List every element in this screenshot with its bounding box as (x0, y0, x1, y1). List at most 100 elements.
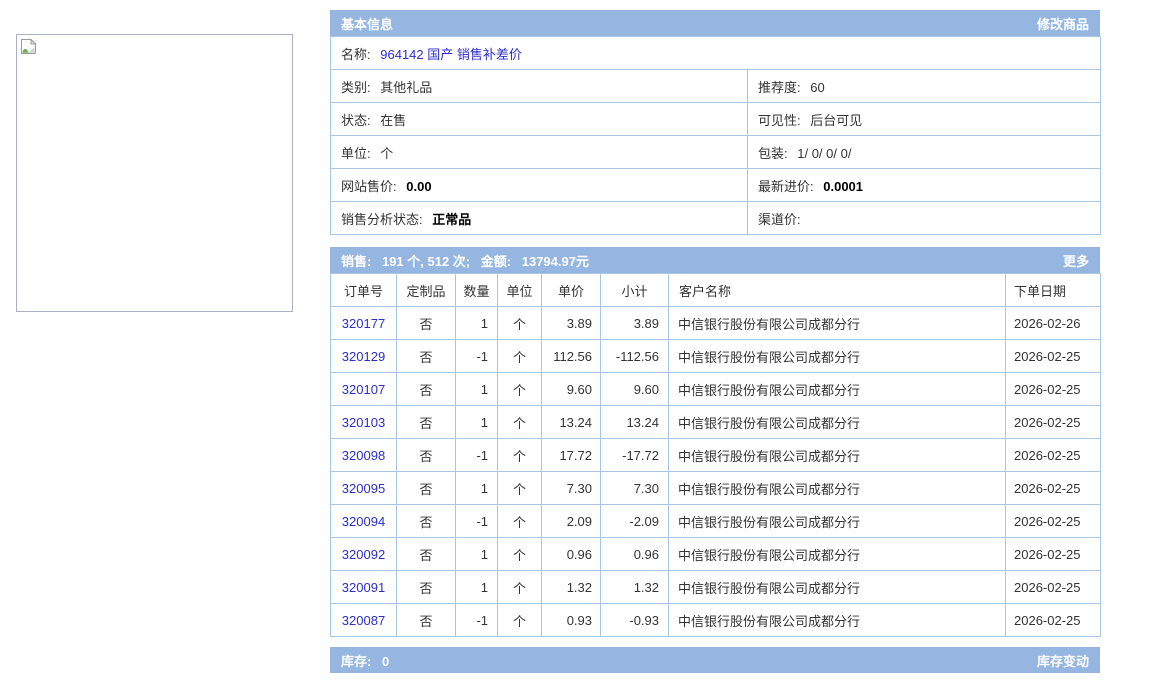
col-header-subtotal: 小计 (601, 274, 669, 307)
sales-cell: 3.89 (542, 307, 601, 340)
field-value: 1/ 0/ 0/ 0/ (797, 146, 851, 161)
order-number-cell: 320087 (331, 604, 397, 637)
sales-cell: 否 (397, 505, 456, 538)
col-header-order-date: 下单日期 (1006, 274, 1101, 307)
col-header-customer-name: 客户名称 (669, 274, 1006, 307)
field-label: 最新进价: (758, 179, 814, 194)
field-unit: 单位: 个 (331, 136, 748, 169)
sales-cell: 2.09 (542, 505, 601, 538)
sales-cell: 否 (397, 406, 456, 439)
field-visibility: 可见性: 后台可见 (748, 103, 1101, 136)
order-number-link[interactable]: 320098 (342, 448, 385, 463)
table-row: 名称: 964142 国产 销售补差价 (331, 37, 1101, 70)
field-label: 包装: (758, 146, 788, 161)
order-number-link[interactable]: 320087 (342, 613, 385, 628)
sales-cell: 否 (397, 538, 456, 571)
field-recommendation: 推荐度: 60 (748, 70, 1101, 103)
order-number-link[interactable]: 320092 (342, 547, 385, 562)
order-number-link[interactable]: 320129 (342, 349, 385, 364)
sales-cell: 1 (456, 472, 498, 505)
sales-cell: -17.72 (601, 439, 669, 472)
sales-cell: 2026-02-25 (1006, 472, 1101, 505)
col-header-custom: 定制品 (397, 274, 456, 307)
col-header-order-no: 订单号 (331, 274, 397, 307)
field-label: 推荐度: (758, 80, 801, 95)
sales-cell: -1 (456, 505, 498, 538)
sales-cell: 2026-02-25 (1006, 505, 1101, 538)
col-header-quantity: 数量 (456, 274, 498, 307)
sales-row: 320129否-1个112.56-112.56中信银行股份有限公司成都分行202… (331, 340, 1101, 373)
order-number-link[interactable]: 320095 (342, 481, 385, 496)
sales-row: 320095否1个7.307.30中信银行股份有限公司成都分行2026-02-2… (331, 472, 1101, 505)
field-name-label: 名称: (341, 47, 371, 62)
order-number-cell: 320177 (331, 307, 397, 340)
field-channel-price: 渠道价: (748, 202, 1101, 235)
sales-cell: 2026-02-25 (1006, 406, 1101, 439)
sales-cell: 个 (498, 571, 542, 604)
order-number-link[interactable]: 320091 (342, 580, 385, 595)
order-number-cell: 320094 (331, 505, 397, 538)
more-link[interactable]: 更多 (1063, 251, 1089, 270)
sales-table: 订单号 定制品 数量 单位 单价 小计 客户名称 下单日期 320177否1个3… (330, 273, 1101, 637)
inventory-changes-link[interactable]: 库存变动 (1037, 651, 1089, 670)
panel-title: 基本信息 (341, 17, 393, 32)
order-number-link[interactable]: 320107 (342, 382, 385, 397)
sales-row: 320098否-1个17.72-17.72中信银行股份有限公司成都分行2026-… (331, 439, 1101, 472)
sales-row: 320092否1个0.960.96中信银行股份有限公司成都分行2026-02-2… (331, 538, 1101, 571)
order-number-link[interactable]: 320103 (342, 415, 385, 430)
sales-cell: 112.56 (542, 340, 601, 373)
sales-cell: 否 (397, 472, 456, 505)
sales-cell: 7.30 (601, 472, 669, 505)
sales-amount-label: 金额: (481, 254, 511, 269)
order-number-link[interactable]: 320177 (342, 316, 385, 331)
sales-cell: 中信银行股份有限公司成都分行 (669, 439, 1006, 472)
sales-cell: 否 (397, 340, 456, 373)
table-row: 单位: 个 包装: 1/ 0/ 0/ 0/ (331, 136, 1101, 169)
field-label: 可见性: (758, 113, 801, 128)
sales-cell: 中信银行股份有限公司成都分行 (669, 604, 1006, 637)
field-value: 个 (380, 146, 393, 161)
order-number-link[interactable]: 320094 (342, 514, 385, 529)
sales-cell: -1 (456, 340, 498, 373)
field-category: 类别: 其他礼品 (331, 70, 748, 103)
field-value: 后台可见 (810, 113, 862, 128)
sales-row: 320087否-1个0.93-0.93中信银行股份有限公司成都分行2026-02… (331, 604, 1101, 637)
order-number-cell: 320091 (331, 571, 397, 604)
sales-cell: 中信银行股份有限公司成都分行 (669, 406, 1006, 439)
basic-info-header-bar: 基本信息 修改商品 (330, 10, 1100, 36)
sales-cell: 2026-02-26 (1006, 307, 1101, 340)
field-sales-analysis-status: 销售分析状态: 正常品 (331, 202, 748, 235)
sales-cell: 个 (498, 472, 542, 505)
order-number-cell: 320129 (331, 340, 397, 373)
sales-cell: -112.56 (601, 340, 669, 373)
sales-cell: 1.32 (542, 571, 601, 604)
sales-summary: 销售: 191 个, 512 次; 金额: 13794.97元 (341, 251, 589, 270)
sales-row: 320103否1个13.2413.24中信银行股份有限公司成都分行2026-02… (331, 406, 1101, 439)
inventory-label: 库存: (341, 654, 371, 669)
sales-cell: 中信银行股份有限公司成都分行 (669, 538, 1006, 571)
sales-cell: 1 (456, 538, 498, 571)
sales-cell: 否 (397, 571, 456, 604)
sales-cell: 个 (498, 307, 542, 340)
sales-table-body: 320177否1个3.893.89中信银行股份有限公司成都分行2026-02-2… (331, 307, 1101, 637)
sales-row: 320107否1个9.609.60中信银行股份有限公司成都分行2026-02-2… (331, 373, 1101, 406)
sales-cell: 17.72 (542, 439, 601, 472)
field-label: 类别: (341, 80, 371, 95)
sales-cell: -0.93 (601, 604, 669, 637)
sales-cell: 13.24 (601, 406, 669, 439)
field-label: 状态: (341, 113, 371, 128)
modify-product-link[interactable]: 修改商品 (1037, 14, 1089, 33)
sales-quantity-summary: 191 个, 512 次; (382, 254, 470, 269)
sales-cell: 否 (397, 307, 456, 340)
basic-info-table: 名称: 964142 国产 销售补差价 类别: 其他礼品 推荐度: 60 状态:… (330, 36, 1101, 235)
field-value: 在售 (380, 113, 406, 128)
field-latest-purchase-price: 最新进价: 0.0001 (748, 169, 1101, 202)
field-value: 0.0001 (823, 179, 863, 194)
sales-cell: 1.32 (601, 571, 669, 604)
sales-cell: 1 (456, 406, 498, 439)
field-value: 正常品 (432, 212, 471, 227)
table-row: 状态: 在售 可见性: 后台可见 (331, 103, 1101, 136)
sales-cell: 1 (456, 373, 498, 406)
sales-cell: 个 (498, 538, 542, 571)
product-name-link[interactable]: 964142 国产 销售补差价 (380, 47, 522, 62)
